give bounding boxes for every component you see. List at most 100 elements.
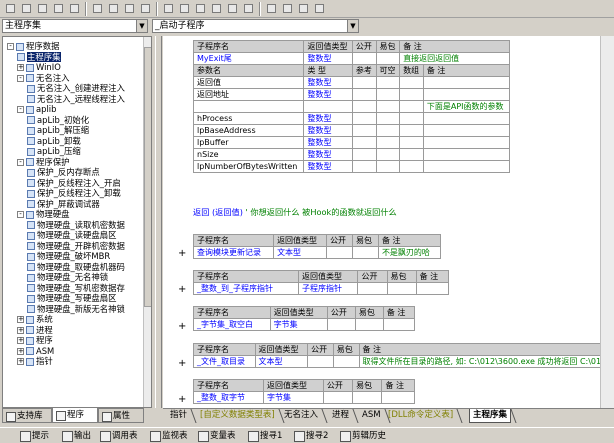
collapse-icon[interactable]: -: [17, 74, 24, 82]
param-flag[interactable]: [399, 160, 424, 173]
easy-package-cell[interactable]: [352, 246, 379, 259]
toolbar-button-11[interactable]: [177, 2, 191, 15]
tree-group[interactable]: + 程序: [17, 335, 53, 346]
easy-package-cell[interactable]: [386, 282, 417, 295]
param-flag[interactable]: [399, 148, 424, 161]
toolbar-button-2[interactable]: [19, 2, 33, 15]
tab-process[interactable]: 进程: [329, 409, 352, 423]
toolbar-button-6[interactable]: [90, 2, 104, 15]
toolbar-button-16[interactable]: [264, 2, 278, 15]
public-cell[interactable]: [326, 318, 356, 331]
param-row[interactable]: lpBaseAddress 整数型: [192, 124, 511, 137]
param-remark[interactable]: [422, 160, 511, 173]
param-remark[interactable]: [422, 148, 511, 161]
tree-item[interactable]: 保护_屏蔽调试器: [27, 199, 100, 210]
param-name[interactable]: [192, 100, 305, 113]
tree-item[interactable]: 保护_反线程注入_开启: [27, 178, 121, 189]
param-flag[interactable]: [351, 76, 377, 89]
toolbar-button-1[interactable]: [3, 2, 17, 15]
tab-watch-table[interactable]: 监视表: [148, 430, 188, 442]
toolbar-button-14[interactable]: [225, 2, 239, 15]
toolbar-button-13[interactable]: [209, 2, 223, 15]
collapse-icon[interactable]: -: [17, 211, 24, 218]
remark-cell[interactable]: [382, 318, 416, 331]
param-row[interactable]: lpBuffer 整数型: [192, 136, 511, 149]
tab-asm[interactable]: ASM: [359, 409, 384, 423]
param-row[interactable]: 下面是API函数的参数: [192, 100, 511, 113]
toolbar-button-4[interactable]: [51, 2, 65, 15]
expand-icon[interactable]: +: [17, 337, 24, 344]
param-flag[interactable]: [375, 148, 401, 161]
tree-group[interactable]: + WinIO: [17, 62, 61, 73]
param-flag[interactable]: [351, 100, 377, 113]
tree-item[interactable]: 无名注入_远程线程注入: [27, 94, 125, 105]
tree-root[interactable]: - 程序数据: [7, 41, 60, 52]
easy-package-cell[interactable]: [375, 52, 401, 65]
param-flag[interactable]: [351, 160, 377, 173]
tree-item[interactable]: 物理硬盘_开辟机密数据: [27, 241, 125, 252]
param-flag[interactable]: [351, 148, 377, 161]
expand-icon[interactable]: +: [17, 64, 24, 71]
param-flag[interactable]: [375, 136, 401, 149]
param-flag[interactable]: [375, 100, 401, 113]
param-flag[interactable]: [399, 100, 424, 113]
editor-scrollbar[interactable]: [600, 36, 614, 408]
param-remark[interactable]: [422, 88, 511, 101]
tab-dll-commands[interactable]: [DLL命令定义表]: [385, 409, 456, 423]
param-name[interactable]: lpNumberOfBytesWritten: [192, 160, 305, 173]
expand-icon[interactable]: +: [17, 326, 24, 334]
tree-item[interactable]: 物理硬盘_写硬盘扇区: [27, 293, 117, 304]
param-type[interactable]: 整数型: [303, 136, 353, 149]
tree-group[interactable]: - 无名注入: [17, 73, 70, 84]
procedure-select[interactable]: _启动子程序 ▼: [152, 19, 359, 33]
tab-output[interactable]: 输出: [60, 430, 91, 442]
tree-group[interactable]: + 指针: [17, 356, 53, 367]
tree-group[interactable]: - 物理硬盘: [17, 209, 70, 220]
expand-icon[interactable]: +: [17, 358, 24, 365]
chevron-down-icon[interactable]: ▼: [347, 20, 358, 32]
toolbar-button-12[interactable]: [193, 2, 207, 15]
expand-icon[interactable]: +: [178, 321, 186, 332]
param-row[interactable]: 返回地址 整数型: [192, 88, 511, 101]
return-type[interactable]: 文本型: [273, 246, 328, 259]
param-flag[interactable]: [351, 136, 377, 149]
tree-item[interactable]: 物理硬盘_破坏MBR: [27, 251, 110, 262]
param-row[interactable]: hProcess 整数型: [192, 112, 511, 125]
subroutine-name[interactable]: _整数_取字节: [192, 391, 265, 404]
public-cell[interactable]: [326, 246, 353, 259]
tree-group[interactable]: + ASM: [17, 346, 54, 357]
public-cell[interactable]: [351, 52, 377, 65]
param-type[interactable]: 整数型: [303, 112, 353, 125]
tab-variable-table[interactable]: 变量表: [196, 430, 236, 442]
param-flag[interactable]: [399, 136, 424, 149]
param-flag[interactable]: [375, 112, 401, 125]
toolbar-button-15[interactable]: [241, 2, 255, 15]
expand-icon[interactable]: +: [17, 347, 24, 355]
param-row[interactable]: 返回值 整数型: [192, 76, 511, 89]
expand-icon[interactable]: +: [178, 394, 186, 405]
tree-item[interactable]: 物理硬盘_读硬盘扇区: [27, 230, 117, 241]
tab-pointer[interactable]: 指针: [167, 409, 190, 423]
tree-item[interactable]: 主程序集: [17, 51, 61, 63]
param-flag[interactable]: [399, 112, 424, 125]
tree-group[interactable]: - aplib: [17, 104, 56, 115]
panel-splitter[interactable]: [155, 36, 162, 408]
easy-package-cell[interactable]: [354, 318, 384, 331]
tree-scrollbar-thumb[interactable]: [144, 47, 151, 307]
tree-group[interactable]: + 系统: [17, 314, 53, 325]
remark-cell[interactable]: 不是飘刃的哈: [377, 246, 442, 259]
param-flag[interactable]: [375, 76, 401, 89]
chevron-down-icon[interactable]: ▼: [136, 20, 147, 32]
public-cell[interactable]: [322, 391, 354, 404]
tab-main-program-set[interactable]: 主程序集: [469, 409, 512, 423]
toolbar-button-10[interactable]: [161, 2, 175, 15]
tree-item[interactable]: apLib_压缩: [27, 146, 81, 157]
subroutine-name[interactable]: _字节集_取空白: [193, 318, 271, 331]
param-remark[interactable]: 下面是API函数的参数: [422, 100, 511, 113]
toolbar-button-7[interactable]: [106, 2, 120, 15]
expand-icon[interactable]: +: [178, 358, 186, 369]
param-type[interactable]: [303, 100, 353, 113]
param-name[interactable]: lpBuffer: [192, 136, 305, 149]
collapse-icon[interactable]: -: [17, 158, 24, 166]
subroutine-name[interactable]: _整数_到_子程序指针: [193, 282, 299, 295]
